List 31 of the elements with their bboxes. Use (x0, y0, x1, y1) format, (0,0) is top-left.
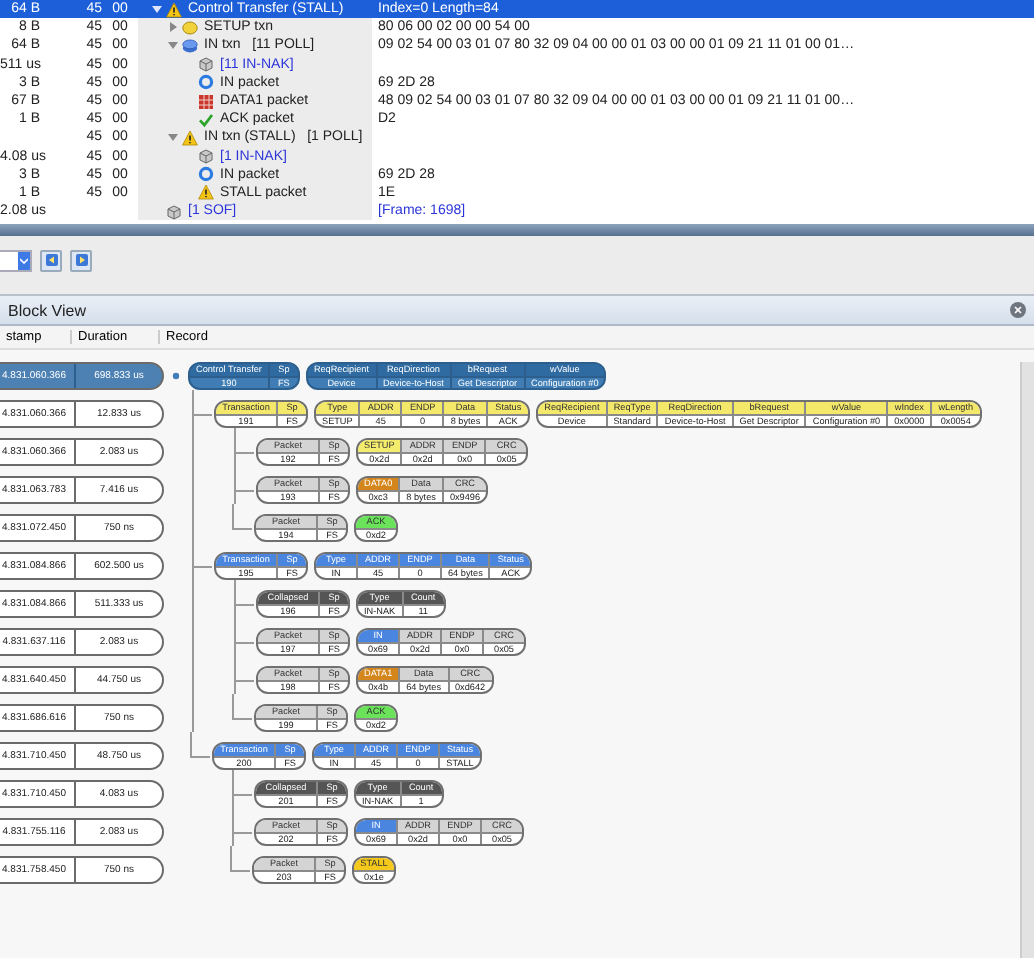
disclosure-arrow-icon[interactable] (168, 40, 178, 51)
dropdown-field[interactable] (0, 249, 32, 271)
coin-icon (182, 19, 198, 36)
grid-icon (198, 93, 214, 110)
bullet-icon (172, 372, 180, 380)
next-button[interactable] (70, 249, 92, 271)
warning-icon (182, 129, 198, 146)
scrollbar[interactable] (1020, 362, 1034, 958)
close-button[interactable] (1010, 302, 1026, 318)
disclosure-arrow-icon[interactable] (168, 22, 178, 33)
connector-line (232, 694, 252, 720)
caret-icon (20, 257, 28, 263)
connector-line (232, 504, 252, 530)
panel-title: Block View (8, 301, 86, 319)
cube-icon (166, 203, 182, 220)
connector-line (230, 846, 250, 872)
warning-icon (198, 184, 214, 201)
stack-icon (182, 37, 198, 54)
previous-button[interactable] (40, 249, 62, 271)
connector-line (190, 732, 210, 758)
warning-icon (166, 1, 182, 18)
left-arrow-icon (45, 254, 57, 266)
cube-icon (198, 148, 214, 165)
ring-icon (198, 74, 214, 91)
check-icon (198, 111, 214, 128)
close-icon (1014, 306, 1022, 314)
ring-icon (198, 166, 214, 183)
disclosure-arrow-icon[interactable] (168, 132, 178, 143)
disclosure-arrow-icon[interactable] (152, 4, 162, 15)
cube-icon (198, 56, 214, 73)
right-arrow-icon (75, 254, 87, 266)
